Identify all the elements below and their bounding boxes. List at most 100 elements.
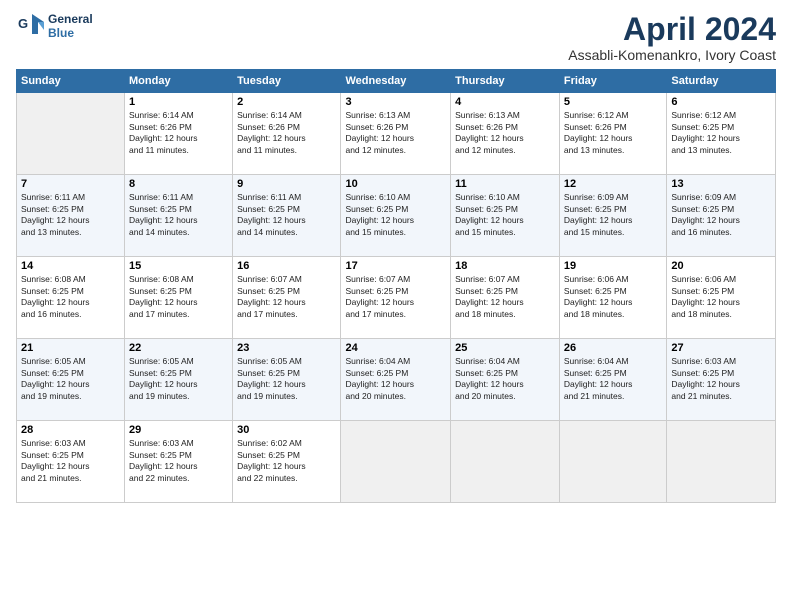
calendar-cell: 19Sunrise: 6:06 AM Sunset: 6:25 PM Dayli… <box>559 257 666 339</box>
day-number: 12 <box>564 178 662 190</box>
calendar-cell: 14Sunrise: 6:08 AM Sunset: 6:25 PM Dayli… <box>17 257 125 339</box>
day-info: Sunrise: 6:02 AM Sunset: 6:25 PM Dayligh… <box>237 438 336 484</box>
day-info: Sunrise: 6:09 AM Sunset: 6:25 PM Dayligh… <box>671 192 771 238</box>
calendar-table: SundayMondayTuesdayWednesdayThursdayFrid… <box>16 69 776 503</box>
calendar-cell: 27 Sunrise: 6:03 AM Sunset: 6:25 PM Dayli… <box>667 339 776 421</box>
day-number: 2 <box>237 96 336 108</box>
day-info: Sunrise: 6:12 AM Sunset: 6:25 PM Dayligh… <box>671 110 771 156</box>
day-info: Sunrise: 6:05 AM Sunset: 6:25 PM Dayligh… <box>237 356 336 402</box>
day-number: 3 <box>345 96 446 108</box>
calendar-cell: 22Sunrise: 6:05 AM Sunset: 6:25 PM Dayli… <box>125 339 233 421</box>
day-number: 10 <box>345 178 446 190</box>
calendar-cell: 5 Sunrise: 6:12 AM Sunset: 6:26 PM Daylig… <box>559 93 666 175</box>
calendar-cell: 29 Sunrise: 6:03 AM Sunset: 6:25 PM Dayli… <box>125 421 233 503</box>
day-info: Sunrise: 6:03 AM Sunset: 6:25 PM Dayligh… <box>129 438 228 484</box>
day-number: 24 <box>345 342 446 354</box>
calendar-cell: 28 Sunrise: 6:03 AM Sunset: 6:25 PM Dayli… <box>17 421 125 503</box>
day-info: Sunrise: 6:03 AM Sunset: 6:25 PM Dayligh… <box>671 356 771 402</box>
calendar-cell: 9 Sunrise: 6:11 AM Sunset: 6:25 PM Daylig… <box>233 175 341 257</box>
svg-text:G: G <box>18 16 28 31</box>
day-info: Sunrise: 6:04 AM Sunset: 6:25 PM Dayligh… <box>345 356 446 402</box>
day-info: Sunrise: 6:07 AM Sunset: 6:25 PM Dayligh… <box>237 274 336 320</box>
calendar-cell: 6 Sunrise: 6:12 AM Sunset: 6:25 PM Daylig… <box>667 93 776 175</box>
day-number: 25 <box>455 342 555 354</box>
calendar-cell: 21 Sunrise: 6:05 AM Sunset: 6:25 PM Dayli… <box>17 339 125 421</box>
day-number: 8 <box>129 178 228 190</box>
day-number: 20 <box>671 260 771 272</box>
day-info: Sunrise: 6:03 AM Sunset: 6:25 PM Dayligh… <box>21 438 120 484</box>
header-cell-friday: Friday <box>559 70 666 93</box>
calendar-cell: 23 Sunrise: 6:05 AM Sunset: 6:25 PM Dayli… <box>233 339 341 421</box>
header-cell-thursday: Thursday <box>451 70 560 93</box>
day-info: Sunrise: 6:13 AM Sunset: 6:26 PM Dayligh… <box>455 110 555 156</box>
header-cell-saturday: Saturday <box>667 70 776 93</box>
day-info: Sunrise: 6:11 AM Sunset: 6:25 PM Dayligh… <box>129 192 228 238</box>
calendar-cell: 8 Sunrise: 6:11 AM Sunset: 6:25 PM Daylig… <box>125 175 233 257</box>
calendar-cell: 26 Sunrise: 6:04 AM Sunset: 6:25 PM Dayli… <box>559 339 666 421</box>
day-number: 13 <box>671 178 771 190</box>
day-info: Sunrise: 6:10 AM Sunset: 6:25 PM Dayligh… <box>455 192 555 238</box>
day-info: Sunrise: 6:14 AM Sunset: 6:26 PM Dayligh… <box>129 110 228 156</box>
day-number: 5 <box>564 96 662 108</box>
day-info: Sunrise: 6:08 AM Sunset: 6:25 PM Dayligh… <box>129 274 228 320</box>
header-cell-sunday: Sunday <box>17 70 125 93</box>
header-cell-wednesday: Wednesday <box>341 70 451 93</box>
header-cell-tuesday: Tuesday <box>233 70 341 93</box>
calendar-cell: 15 Sunrise: 6:08 AM Sunset: 6:25 PM Dayli… <box>125 257 233 339</box>
page: G General Blue April 2024 Assabli-Komena… <box>0 0 792 513</box>
calendar-header-row: SundayMondayTuesdayWednesdayThursdayFrid… <box>17 70 776 93</box>
day-number: 21 <box>21 342 120 354</box>
calendar-cell <box>559 421 666 503</box>
subtitle: Assabli-Komenankro, Ivory Coast <box>568 47 776 63</box>
calendar-cell: 11 Sunrise: 6:10 AM Sunset: 6:25 PM Dayli… <box>451 175 560 257</box>
day-number: 18 <box>455 260 555 272</box>
calendar-week-row: 14Sunrise: 6:08 AM Sunset: 6:25 PM Dayli… <box>17 257 776 339</box>
day-number: 7 <box>21 178 120 190</box>
day-number: 17 <box>345 260 446 272</box>
calendar-cell <box>17 93 125 175</box>
day-info: Sunrise: 6:13 AM Sunset: 6:26 PM Dayligh… <box>345 110 446 156</box>
day-number: 15 <box>129 260 228 272</box>
day-number: 9 <box>237 178 336 190</box>
day-number: 4 <box>455 96 555 108</box>
day-info: Sunrise: 6:11 AM Sunset: 6:25 PM Dayligh… <box>21 192 120 238</box>
day-info: Sunrise: 6:07 AM Sunset: 6:25 PM Dayligh… <box>455 274 555 320</box>
calendar-cell: 1Sunrise: 6:14 AM Sunset: 6:26 PM Daylig… <box>125 93 233 175</box>
logo-text: General Blue <box>48 12 93 40</box>
calendar-cell <box>667 421 776 503</box>
calendar-cell <box>341 421 451 503</box>
calendar-cell: 30 Sunrise: 6:02 AM Sunset: 6:25 PM Dayli… <box>233 421 341 503</box>
day-info: Sunrise: 6:11 AM Sunset: 6:25 PM Dayligh… <box>237 192 336 238</box>
calendar-cell: 4 Sunrise: 6:13 AM Sunset: 6:26 PM Daylig… <box>451 93 560 175</box>
day-info: Sunrise: 6:05 AM Sunset: 6:25 PM Dayligh… <box>21 356 120 402</box>
calendar-cell: 16 Sunrise: 6:07 AM Sunset: 6:25 PM Dayli… <box>233 257 341 339</box>
logo: G General Blue <box>16 12 93 40</box>
day-info: Sunrise: 6:08 AM Sunset: 6:25 PM Dayligh… <box>21 274 120 320</box>
calendar-cell: 17Sunrise: 6:07 AM Sunset: 6:25 PM Dayli… <box>341 257 451 339</box>
day-info: Sunrise: 6:05 AM Sunset: 6:25 PM Dayligh… <box>129 356 228 402</box>
calendar-cell: 18 Sunrise: 6:07 AM Sunset: 6:25 PM Dayli… <box>451 257 560 339</box>
title-area: April 2024 Assabli-Komenankro, Ivory Coa… <box>568 12 776 63</box>
day-info: Sunrise: 6:10 AM Sunset: 6:25 PM Dayligh… <box>345 192 446 238</box>
logo-icon: G <box>16 12 44 40</box>
day-number: 30 <box>237 424 336 436</box>
calendar-cell: 7 Sunrise: 6:11 AM Sunset: 6:25 PM Daylig… <box>17 175 125 257</box>
day-number: 28 <box>21 424 120 436</box>
calendar-cell: 25Sunrise: 6:04 AM Sunset: 6:25 PM Dayli… <box>451 339 560 421</box>
day-info: Sunrise: 6:09 AM Sunset: 6:25 PM Dayligh… <box>564 192 662 238</box>
calendar-cell: 13 Sunrise: 6:09 AM Sunset: 6:25 PM Dayli… <box>667 175 776 257</box>
calendar-cell: 3 Sunrise: 6:13 AM Sunset: 6:26 PM Daylig… <box>341 93 451 175</box>
day-number: 26 <box>564 342 662 354</box>
day-info: Sunrise: 6:14 AM Sunset: 6:26 PM Dayligh… <box>237 110 336 156</box>
day-number: 6 <box>671 96 771 108</box>
header: G General Blue April 2024 Assabli-Komena… <box>16 12 776 63</box>
day-number: 27 <box>671 342 771 354</box>
day-number: 11 <box>455 178 555 190</box>
day-info: Sunrise: 6:04 AM Sunset: 6:25 PM Dayligh… <box>564 356 662 402</box>
calendar-cell: 12 Sunrise: 6:09 AM Sunset: 6:25 PM Dayli… <box>559 175 666 257</box>
day-number: 16 <box>237 260 336 272</box>
day-number: 23 <box>237 342 336 354</box>
day-number: 29 <box>129 424 228 436</box>
day-info: Sunrise: 6:12 AM Sunset: 6:26 PM Dayligh… <box>564 110 662 156</box>
calendar-cell: 20Sunrise: 6:06 AM Sunset: 6:25 PM Dayli… <box>667 257 776 339</box>
